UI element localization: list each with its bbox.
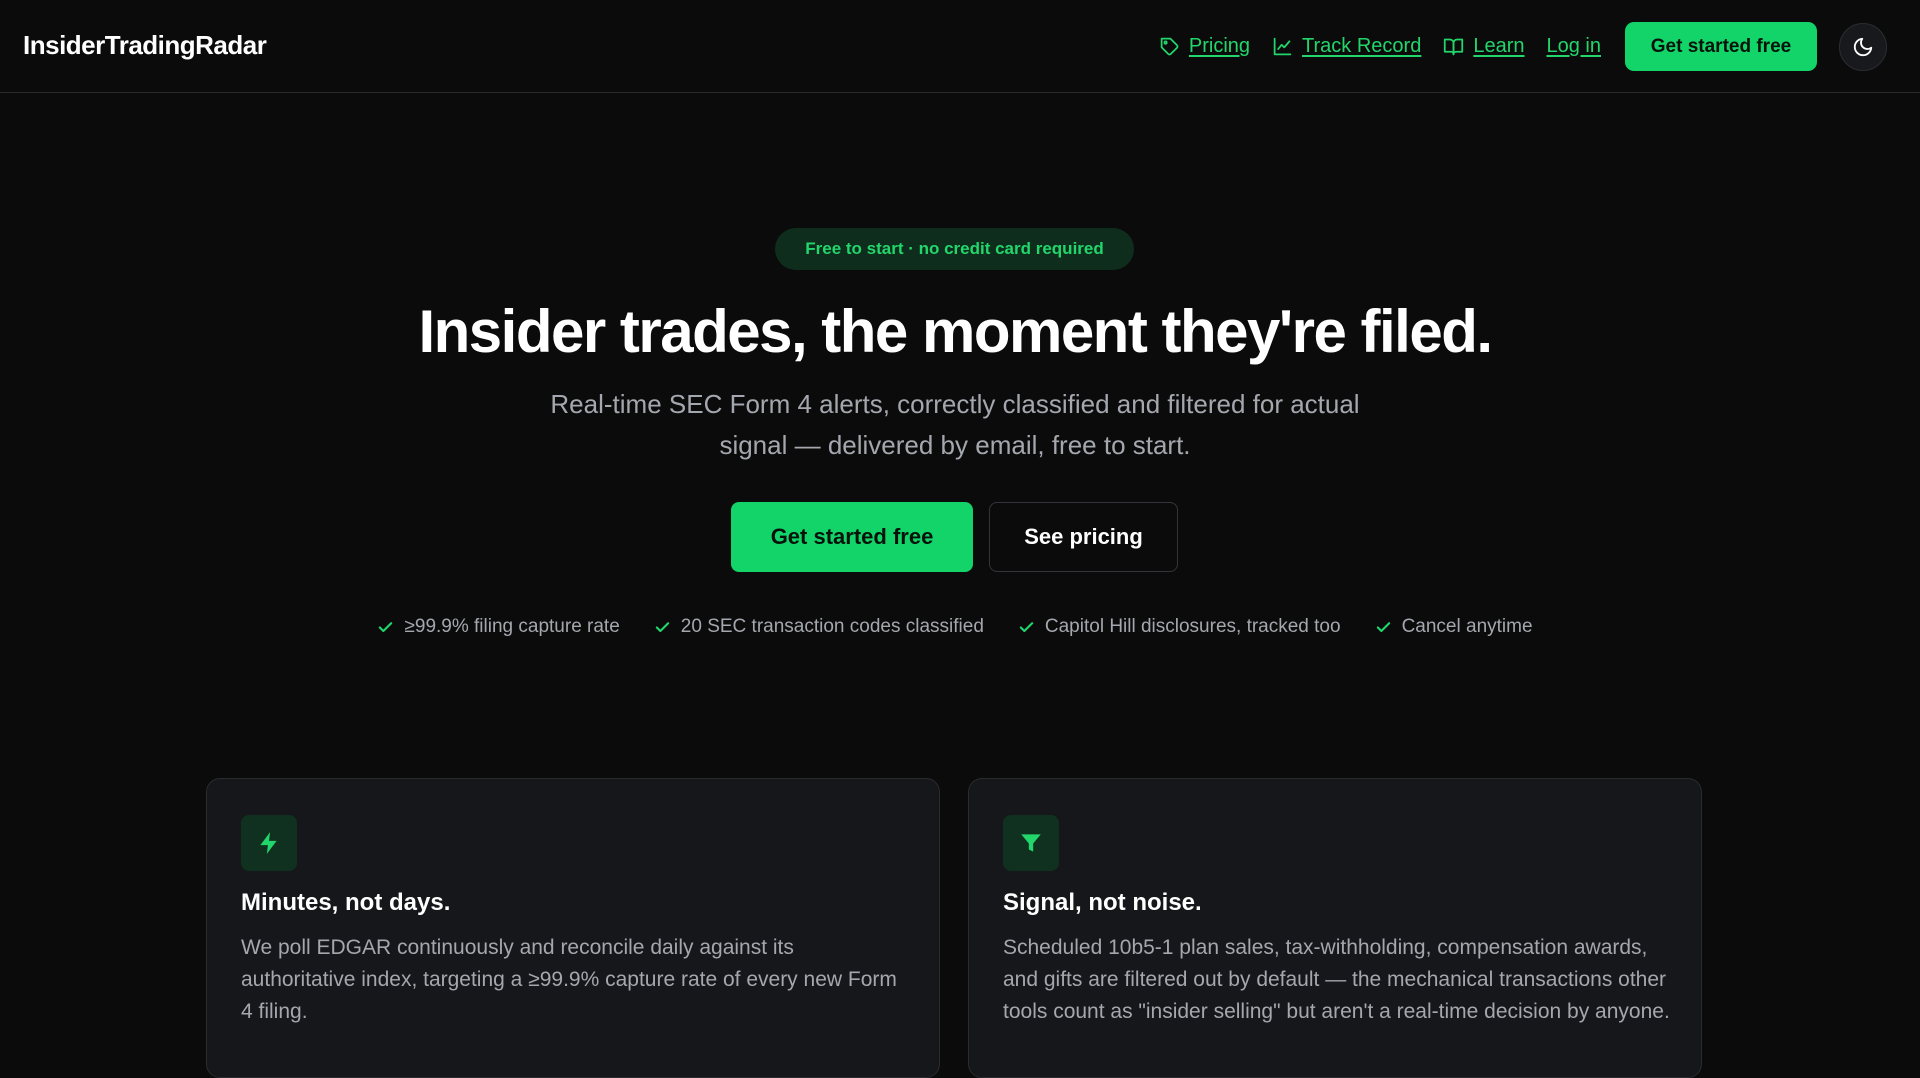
checklist-label: Capitol Hill disclosures, tracked too bbox=[1044, 616, 1341, 637]
checklist-item: Cancel anytime bbox=[1375, 616, 1533, 638]
feature-card-body: Scheduled 10b5-1 plan sales, tax-withhol… bbox=[1003, 936, 1670, 1023]
feature-card-body: We poll EDGAR continuously and reconcile… bbox=[241, 936, 897, 1023]
checklist-label: 20 SEC transaction codes classified bbox=[680, 616, 984, 637]
nav-link-pricing[interactable]: Pricing bbox=[1159, 35, 1250, 58]
free-badge: Free to start · no credit card required bbox=[775, 228, 1134, 270]
check-icon bbox=[655, 621, 670, 632]
checklist-label: ≥99.9% filing capture rate bbox=[404, 616, 620, 637]
nav-link-label: Learn bbox=[1473, 35, 1525, 57]
feature-card-title: Minutes, not days. bbox=[241, 889, 451, 916]
hero-get-started-button[interactable]: Get started free bbox=[731, 502, 973, 572]
line-chart-icon bbox=[1273, 37, 1292, 56]
feature-icon-box bbox=[1003, 815, 1059, 871]
check-icon bbox=[1376, 621, 1390, 632]
hero-subtitle-line: Real-time SEC Form 4 alerts, correctly c… bbox=[550, 389, 1360, 419]
feature-icon-box bbox=[241, 815, 297, 871]
hero-title: Insider trades, the moment they're filed… bbox=[418, 298, 1493, 365]
checklist-item: ≥99.9% filing capture rate bbox=[377, 616, 620, 638]
nav-link-label: Log in bbox=[1546, 35, 1602, 57]
checklist-item: Capitol Hill disclosures, tracked too bbox=[1018, 616, 1341, 638]
main-nav: Pricing Track Record Learn Log in Get st… bbox=[1159, 0, 1920, 93]
book-icon bbox=[1444, 38, 1464, 56]
lightning-icon bbox=[260, 832, 277, 854]
feature-card-speed: Minutes, not days. We poll EDGAR continu… bbox=[206, 778, 940, 1078]
check-icon bbox=[1019, 621, 1034, 632]
brand-logo[interactable]: InsiderTradingRadar bbox=[23, 30, 267, 61]
top-navbar: InsiderTradingRadar Pricing Track Record… bbox=[0, 0, 1920, 93]
checklist-label: Cancel anytime bbox=[1401, 616, 1533, 637]
see-pricing-button[interactable]: See pricing bbox=[989, 502, 1178, 572]
tag-icon bbox=[1160, 37, 1179, 56]
check-icon bbox=[379, 621, 393, 632]
nav-link-log-in[interactable]: Log in bbox=[1547, 35, 1602, 58]
hero-subtitle-line: signal — delivered by email, free to sta… bbox=[719, 430, 1191, 460]
hero-subtitle: Real-time SEC Form 4 alerts, correctly c… bbox=[505, 384, 1405, 466]
nav-link-track-record[interactable]: Track Record bbox=[1272, 35, 1421, 58]
nav-link-label: Pricing bbox=[1188, 35, 1251, 57]
checklist-item: 20 SEC transaction codes classified bbox=[654, 616, 984, 638]
theme-toggle-button[interactable] bbox=[1839, 22, 1887, 71]
nav-link-learn[interactable]: Learn bbox=[1443, 35, 1525, 58]
filter-icon bbox=[1021, 834, 1041, 852]
nav-link-label: Track Record bbox=[1302, 35, 1422, 57]
moon-icon bbox=[1853, 37, 1873, 56]
nav-get-started-button[interactable]: Get started free bbox=[1625, 22, 1817, 71]
feature-checklist: ≥99.9% filing capture rate 20 SEC transa… bbox=[0, 616, 1910, 638]
feature-card-signal: Signal, not noise. Scheduled 10b5-1 plan… bbox=[968, 778, 1702, 1078]
feature-card-title: Signal, not noise. bbox=[1003, 889, 1202, 916]
